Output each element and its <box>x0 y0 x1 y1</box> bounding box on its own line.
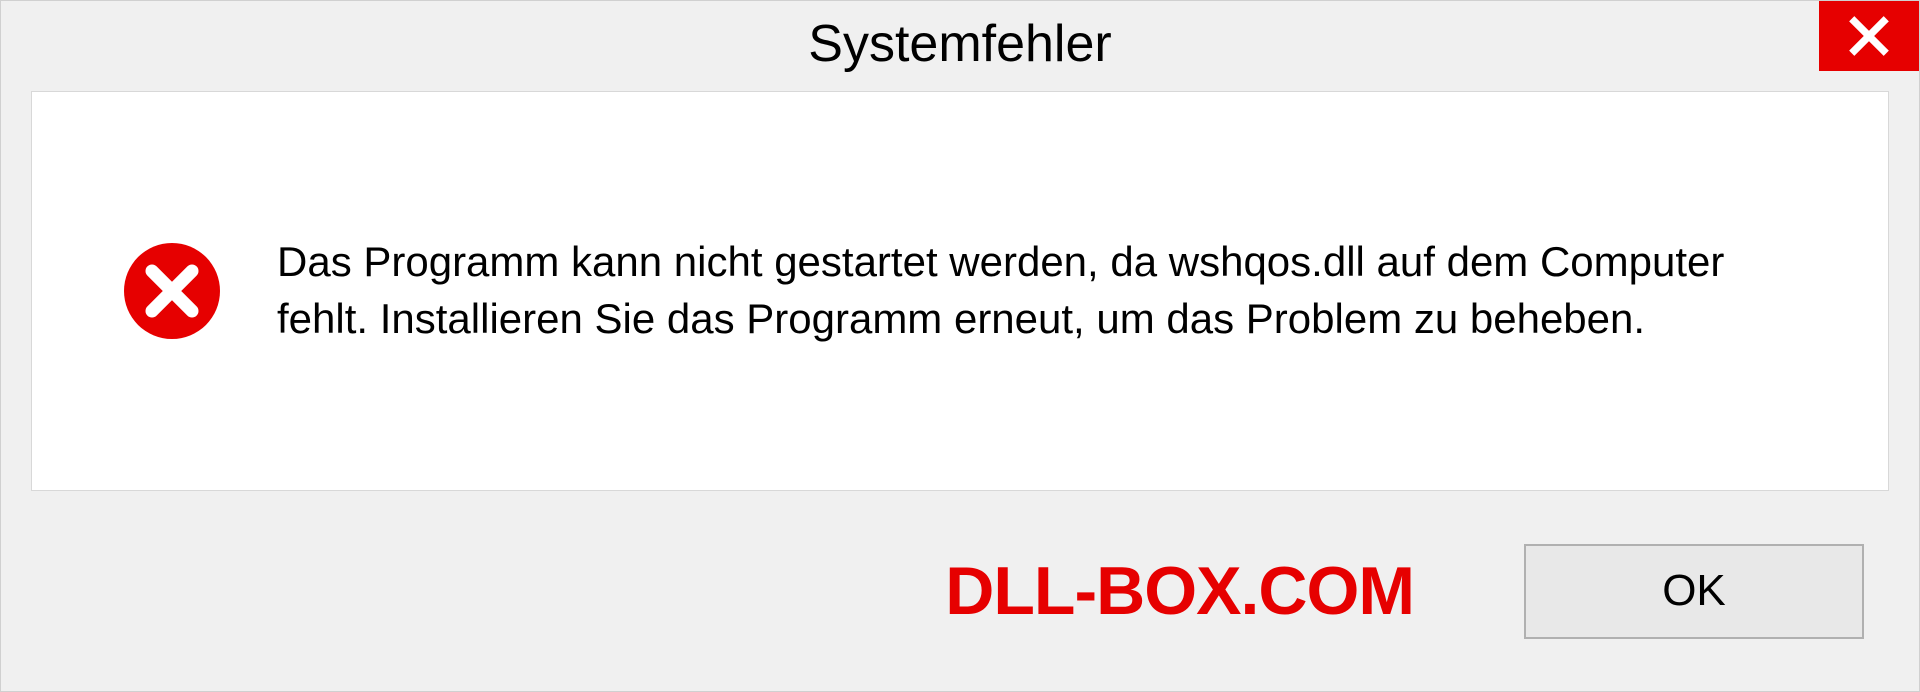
ok-button[interactable]: OK <box>1524 544 1864 639</box>
error-message: Das Programm kann nicht gestartet werden… <box>277 234 1818 347</box>
watermark-text: DLL-BOX.COM <box>945 552 1414 630</box>
dialog-footer: DLL-BOX.COM OK <box>1 511 1919 691</box>
close-icon <box>1847 14 1891 58</box>
error-icon <box>122 241 222 341</box>
close-button[interactable] <box>1819 1 1919 71</box>
dialog-title: Systemfehler <box>808 14 1111 74</box>
content-area: Das Programm kann nicht gestartet werden… <box>31 91 1889 491</box>
error-dialog: Systemfehler Das Programm kann nicht ges… <box>0 0 1920 692</box>
titlebar: Systemfehler <box>1 1 1919 86</box>
